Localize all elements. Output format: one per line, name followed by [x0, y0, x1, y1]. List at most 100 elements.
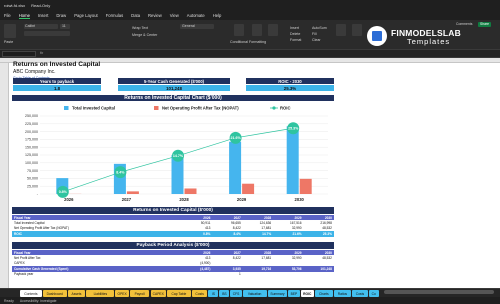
cell[interactable]: 8,422 [212, 256, 242, 260]
cell[interactable]: 413 [182, 226, 212, 230]
menu-item-data[interactable]: Data [131, 13, 140, 18]
cell[interactable]: (4,487) [182, 267, 212, 271]
menu-item-view[interactable]: View [170, 13, 179, 18]
cell[interactable]: 413 [182, 256, 212, 260]
cell[interactable]: 101,248 [304, 267, 334, 271]
cell[interactable]: 2027 [212, 251, 242, 255]
menu-item-formulas[interactable]: Formulas [106, 13, 123, 18]
find-select-icon[interactable] [352, 24, 362, 36]
cell[interactable]: 2027 [212, 216, 242, 220]
cell[interactable]: 167,516 [273, 221, 303, 225]
conditional-formatting-button[interactable]: Conditional Formatting [230, 40, 266, 45]
sheet-tab-costs[interactable]: Costs [191, 290, 208, 297]
row-label[interactable]: Total Invested Capital [12, 221, 182, 225]
cell[interactable]: 50,911 [182, 221, 212, 225]
wrap-text-button[interactable]: Wrap Text [132, 26, 148, 31]
menu-item-page-layout[interactable]: Page Layout [74, 13, 98, 18]
sheet-tab-liabilities[interactable]: Liabilities [86, 290, 115, 297]
cell[interactable]: 32,990 [273, 226, 303, 230]
sheet-tab-bep[interactable]: BEP [288, 290, 300, 297]
clear-button[interactable]: Clear [312, 38, 321, 43]
cell-styles-icon[interactable] [268, 24, 278, 36]
cell[interactable]: 2026 [182, 251, 212, 255]
cell[interactable]: 2029 [273, 216, 303, 220]
row-label[interactable]: Fiscal Year [12, 216, 182, 220]
fx-icon[interactable]: fx [40, 50, 43, 55]
menu-item-review[interactable]: Review [148, 13, 162, 18]
menu-item-insert[interactable]: Insert [38, 13, 48, 18]
cell[interactable]: 19,716 [243, 267, 273, 271]
cell[interactable]: 53,706 [273, 267, 303, 271]
conditional-formatting-icon[interactable] [234, 24, 244, 36]
cell[interactable]: 17,681 [243, 256, 273, 260]
sort-filter-icon[interactable] [336, 24, 346, 36]
menu-item-draw[interactable]: Draw [56, 13, 66, 18]
row-label[interactable]: Cumulative Cash Generated (Spent) [12, 267, 182, 271]
sheet-tab-bs[interactable]: BS [219, 290, 230, 297]
menu-item-home[interactable]: Home [18, 13, 30, 19]
sheet-tab-summary[interactable]: Summary [267, 290, 288, 297]
font-format-buttons[interactable] [24, 31, 70, 36]
merge-center-button[interactable]: Merge & Center [132, 33, 157, 38]
sheet-tab-ratios[interactable]: Ratios [333, 290, 352, 297]
cell[interactable]: 8,422 [212, 226, 242, 230]
cell[interactable]: 2028 [243, 216, 273, 220]
bar-invested-capital [286, 126, 299, 194]
row-label[interactable]: Net Profit After Tax [12, 256, 182, 260]
menu-item-file[interactable]: File [4, 13, 11, 18]
cell[interactable]: 1 [212, 272, 242, 276]
cell[interactable]: 2030 [304, 216, 334, 220]
format-table-icon[interactable] [252, 24, 262, 36]
row-label[interactable]: ROIC [12, 232, 182, 236]
delete-button[interactable]: Delete [290, 32, 300, 37]
cell[interactable]: 25.3% [304, 232, 334, 236]
sheet-tab-co[interactable]: Co [368, 290, 379, 297]
cell[interactable]: 2028 [243, 251, 273, 255]
sheet-tab-opex[interactable]: OPEX [115, 290, 129, 297]
sheet-tab-cfs[interactable]: CFS [230, 290, 242, 297]
menu-item-help[interactable]: Help [213, 13, 222, 18]
sheet-tab-capex[interactable]: CAPEX [150, 290, 166, 297]
sheet-tab-dashboard[interactable]: Dashboard [42, 290, 67, 297]
cell[interactable]: 17,681 [243, 226, 273, 230]
paste-icon[interactable] [4, 24, 16, 38]
sheet-tab-roic[interactable]: ROIC [300, 290, 314, 297]
format-button[interactable]: Format [290, 38, 301, 43]
row-label[interactable]: CAPEX [12, 261, 182, 265]
fill-button[interactable]: Fill [312, 32, 317, 37]
cell[interactable]: 48,532 [304, 256, 334, 260]
cell[interactable]: 124,636 [243, 221, 273, 225]
cell[interactable]: (4,900) [182, 261, 212, 265]
paste-button[interactable]: Paste [4, 40, 13, 45]
kpi-label-cash: 5-Year Cash Generated ($'000) [118, 78, 230, 84]
cell[interactable]: 2030 [304, 251, 334, 255]
row-label[interactable]: Net Operating Profit After Tax (NOPAT) [12, 226, 182, 230]
horizontal-scrollbar[interactable] [384, 290, 494, 294]
row-label[interactable]: Payback year [12, 272, 182, 276]
cell[interactable]: 96,655 [212, 221, 242, 225]
name-box[interactable] [2, 51, 36, 57]
autosum-button[interactable]: AutoSum [312, 26, 327, 31]
cell[interactable]: 32,990 [273, 256, 303, 260]
cell[interactable]: 21.6% [273, 232, 303, 236]
sheet-tab-cap-table[interactable]: Cap Table [167, 290, 191, 297]
insert-button[interactable]: Insert [290, 26, 299, 31]
sheet-tab-assets[interactable]: Assets [67, 290, 86, 297]
cell[interactable]: 2026 [182, 216, 212, 220]
cell[interactable]: 216,998 [304, 221, 334, 225]
sheet-tab-charts[interactable]: Charts [315, 290, 333, 297]
cell[interactable]: 3,935 [212, 267, 242, 271]
sheet-tab-contents[interactable]: Contents [20, 290, 42, 297]
cell[interactable]: 0.8% [182, 232, 212, 236]
accessibility-status[interactable]: Accessibility: Investigate [20, 299, 57, 303]
sheet-tab-costs[interactable]: Costs [352, 290, 368, 297]
sheet-tab-is[interactable]: IS [208, 290, 219, 297]
menu-item-automate[interactable]: Automate [187, 13, 205, 18]
sheet-tab-payroll[interactable]: Payroll [129, 290, 150, 297]
cell[interactable]: 2029 [273, 251, 303, 255]
cell[interactable]: 14.7% [243, 232, 273, 236]
row-label[interactable]: Fiscal Year [12, 251, 182, 255]
cell[interactable]: 8.4% [212, 232, 242, 236]
cell[interactable]: 48,532 [304, 226, 334, 230]
sheet-tab-valuation[interactable]: Valuation [242, 290, 267, 297]
